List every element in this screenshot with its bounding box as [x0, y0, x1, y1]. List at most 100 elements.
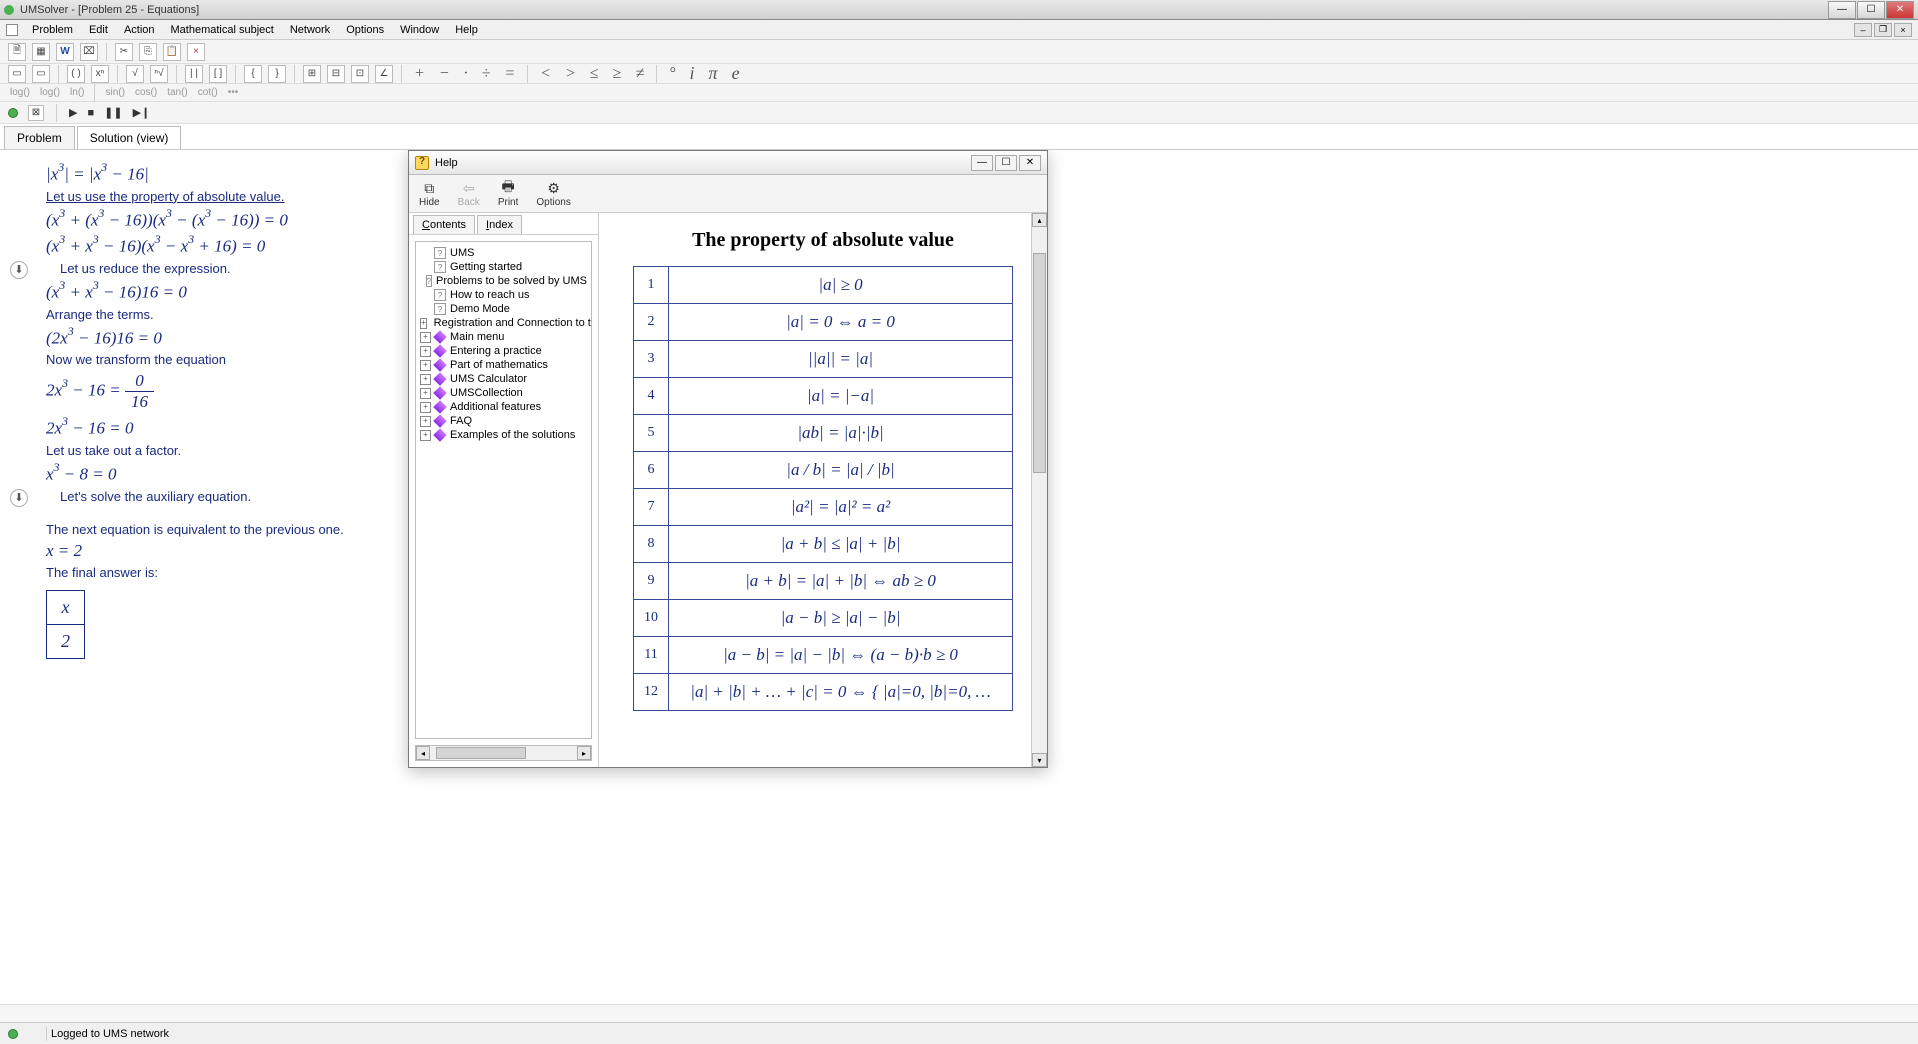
- paste-icon[interactable]: 📋: [163, 43, 181, 61]
- sym-e[interactable]: e: [728, 63, 744, 84]
- tree-expand-icon[interactable]: +: [420, 318, 427, 329]
- tree-expand-icon[interactable]: +: [420, 360, 431, 371]
- help-tree-item[interactable]: +UMSCollection: [418, 386, 589, 400]
- tool-paren[interactable]: ( ): [67, 65, 85, 83]
- expand-arrow-icon[interactable]: ⬇: [10, 261, 28, 279]
- tool-a[interactable]: ▭: [8, 65, 26, 83]
- help-tab-contents[interactable]: Contents: [413, 215, 475, 234]
- op-le[interactable]: ≤: [586, 65, 603, 83]
- tree-expand-icon[interactable]: +: [420, 388, 431, 399]
- play-button[interactable]: ▶: [69, 106, 77, 119]
- tree-expand-icon[interactable]: +: [420, 430, 431, 441]
- func-log[interactable]: log(): [8, 87, 32, 98]
- help-tree-item[interactable]: ?Demo Mode: [418, 302, 589, 316]
- tool-sup[interactable]: xⁿ: [91, 65, 109, 83]
- mdi-restore-button[interactable]: ❐: [1874, 23, 1892, 37]
- menu-math-subject[interactable]: Mathematical subject: [163, 22, 282, 38]
- tree-expand-icon[interactable]: +: [420, 402, 431, 413]
- tool-brace-l[interactable]: {: [244, 65, 262, 83]
- help-tree-item[interactable]: ?Getting started: [418, 260, 589, 274]
- tree-expand-icon[interactable]: +: [420, 374, 431, 385]
- mdi-close-button[interactable]: ×: [1894, 23, 1912, 37]
- play-x-icon[interactable]: ⊠: [28, 105, 44, 121]
- step-button[interactable]: ▶❙: [133, 106, 151, 119]
- func-cot[interactable]: cot(): [196, 87, 220, 98]
- op-lt[interactable]: <: [536, 65, 555, 83]
- tool-b[interactable]: ▭: [32, 65, 50, 83]
- menu-edit[interactable]: Edit: [81, 22, 116, 38]
- help-tree-item[interactable]: ?How to reach us: [418, 288, 589, 302]
- stop-button[interactable]: ■: [87, 107, 94, 119]
- grid-icon[interactable]: ▦: [32, 43, 50, 61]
- help-tree-item[interactable]: +Main menu: [418, 330, 589, 344]
- sym-i[interactable]: i: [686, 63, 699, 84]
- tool-matrix[interactable]: ⊞: [303, 65, 321, 83]
- help-close-button[interactable]: ✕: [1019, 155, 1041, 171]
- help-vscrollbar[interactable]: ▴ ▾: [1031, 213, 1047, 767]
- tree-expand-icon[interactable]: +: [420, 346, 431, 357]
- cut-icon[interactable]: ✂: [115, 43, 133, 61]
- op-minus[interactable]: −: [435, 65, 454, 83]
- tool-angle-icon[interactable]: ∠: [375, 65, 393, 83]
- help-tree-item[interactable]: +UMS Calculator: [418, 372, 589, 386]
- op-deg[interactable]: °: [665, 65, 679, 83]
- help-tab-index[interactable]: Index: [477, 215, 522, 234]
- op-eq[interactable]: =: [500, 65, 519, 83]
- menu-help[interactable]: Help: [447, 22, 486, 38]
- tool-sqrt[interactable]: √: [126, 65, 144, 83]
- func-more[interactable]: •••: [226, 87, 241, 98]
- scroll-thumb[interactable]: [436, 747, 526, 759]
- op-div[interactable]: ÷: [478, 65, 495, 83]
- scroll-left-arrow-icon[interactable]: ◂: [416, 746, 430, 760]
- func-log2[interactable]: log(): [38, 87, 62, 98]
- help-minimize-button[interactable]: —: [971, 155, 993, 171]
- minimize-button[interactable]: —: [1828, 1, 1856, 19]
- op-ne[interactable]: ≠: [631, 65, 648, 83]
- func-cos[interactable]: cos(): [133, 87, 159, 98]
- tab-problem[interactable]: Problem: [4, 126, 75, 149]
- help-tree-item[interactable]: +Part of mathematics: [418, 358, 589, 372]
- pause-button[interactable]: ❚❚: [104, 106, 122, 119]
- help-tree-scrollbar[interactable]: ◂ ▸: [415, 745, 592, 761]
- new-doc-icon[interactable]: 🗎: [8, 43, 26, 61]
- tree-expand-icon[interactable]: +: [420, 332, 431, 343]
- word-icon[interactable]: W: [56, 43, 74, 61]
- sym-pi[interactable]: π: [705, 63, 722, 84]
- func-tan[interactable]: tan(): [165, 87, 190, 98]
- menu-problem[interactable]: Problem: [24, 22, 81, 38]
- tool-abs[interactable]: | |: [185, 65, 203, 83]
- menu-window[interactable]: Window: [392, 22, 447, 38]
- op-ge[interactable]: ≥: [609, 65, 626, 83]
- menu-options[interactable]: Options: [338, 22, 392, 38]
- help-tree-item[interactable]: +Additional features: [418, 400, 589, 414]
- mdi-minimize-button[interactable]: –: [1854, 23, 1872, 37]
- menu-action[interactable]: Action: [116, 22, 163, 38]
- tool-nroot[interactable]: ⁿ√: [150, 65, 168, 83]
- tab-solution[interactable]: Solution (view): [77, 126, 182, 149]
- tool-matrix3[interactable]: ⊡: [351, 65, 369, 83]
- help-tree-item[interactable]: ?Problems to be solved by UMS: [418, 274, 589, 288]
- tool-brace-r[interactable]: }: [268, 65, 286, 83]
- expand-arrow-2-icon[interactable]: ⬇: [10, 489, 28, 507]
- delete-icon[interactable]: ×: [187, 43, 205, 61]
- help-hide-button[interactable]: ⧉Hide: [419, 179, 440, 208]
- help-maximize-button[interactable]: ☐: [995, 155, 1017, 171]
- close-button[interactable]: ✕: [1886, 1, 1914, 19]
- func-ln[interactable]: ln(): [68, 87, 86, 98]
- op-plus[interactable]: +: [410, 65, 429, 83]
- help-back-button[interactable]: ⇦Back: [458, 179, 480, 208]
- copy-icon[interactable]: ⎘: [139, 43, 157, 61]
- op-gt[interactable]: >: [561, 65, 580, 83]
- tree-expand-icon[interactable]: +: [420, 416, 431, 427]
- calc-icon[interactable]: ⌧: [80, 43, 98, 61]
- help-tree-item[interactable]: +Registration and Connection to the UMS: [418, 316, 589, 330]
- help-print-button[interactable]: 🖶Print: [498, 179, 519, 208]
- help-tree-item[interactable]: +FAQ: [418, 414, 589, 428]
- vscroll-down-arrow-icon[interactable]: ▾: [1032, 753, 1047, 767]
- menu-network[interactable]: Network: [282, 22, 338, 38]
- help-tree-item[interactable]: +Examples of the solutions: [418, 428, 589, 442]
- scroll-right-arrow-icon[interactable]: ▸: [577, 746, 591, 760]
- tool-matrix2[interactable]: ⊟: [327, 65, 345, 83]
- vscroll-up-arrow-icon[interactable]: ▴: [1032, 213, 1047, 227]
- help-tree-item[interactable]: ?UMS: [418, 246, 589, 260]
